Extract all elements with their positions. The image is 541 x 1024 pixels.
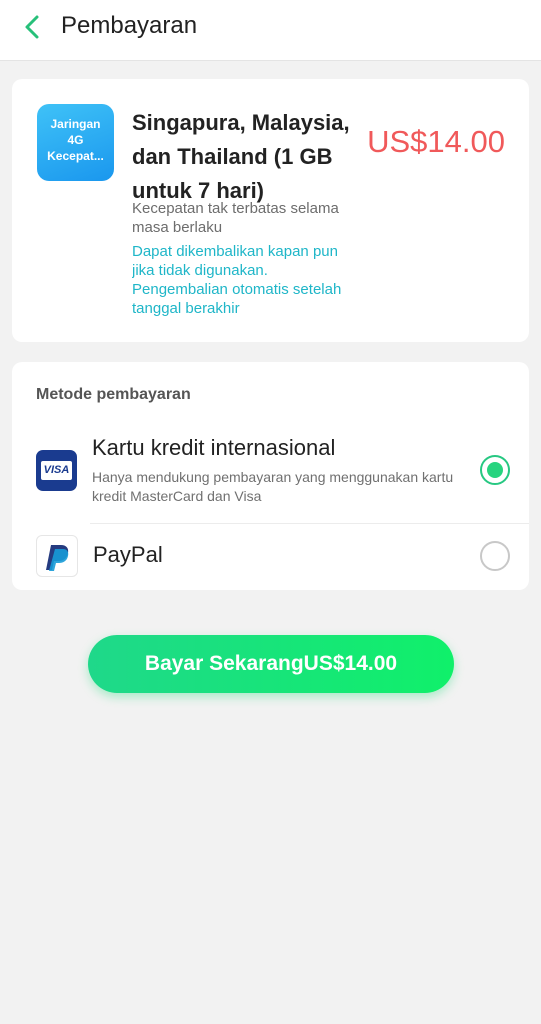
product-thumbnail: Jaringan 4G Kecepat... (37, 104, 114, 181)
pay-now-button[interactable]: Bayar SekarangUS$14.00 (88, 635, 454, 693)
back-arrow-icon[interactable] (18, 12, 48, 42)
product-description: Kecepatan tak terbatas selama masa berla… (132, 200, 339, 236)
paypal-icon (36, 535, 78, 577)
thumbnail-line: 4G (67, 133, 84, 147)
app-header: Pembayaran (0, 0, 541, 61)
divider (90, 523, 529, 524)
payment-method-title: Metode pembayaran (36, 386, 191, 403)
thumbnail-line: Kecepat... (47, 149, 104, 163)
page-title: Pembayaran (61, 12, 198, 39)
payment-option-label: Kartu kredit internasional (92, 435, 336, 460)
thumbnail-line: Jaringan (50, 117, 101, 131)
payment-option-paypal[interactable]: PayPal (12, 523, 529, 590)
product-price: US$14.00 (367, 124, 505, 159)
payment-option-label: PayPal (93, 542, 163, 567)
payment-method-card: Metode pembayaran VISA Kartu kredit inte… (12, 362, 529, 590)
refund-note: Dapat dikembalikan kapan pun jika tidak … (132, 243, 342, 317)
radio-selected-icon[interactable] (480, 455, 510, 485)
visa-icon-text: VISA (41, 461, 72, 480)
payment-option-subtitle: Hanya mendukung pembayaran yang mengguna… (92, 469, 454, 504)
product-card: Jaringan 4G Kecepat... Singapura, Malays… (12, 79, 529, 342)
radio-unselected-icon[interactable] (480, 541, 510, 571)
product-name: Singapura, Malaysia, dan Thailand (1 GB … (132, 110, 350, 203)
visa-card-icon: VISA (36, 450, 77, 491)
payment-option-credit-card[interactable]: VISA Kartu kredit internasional Hanya me… (12, 428, 529, 523)
